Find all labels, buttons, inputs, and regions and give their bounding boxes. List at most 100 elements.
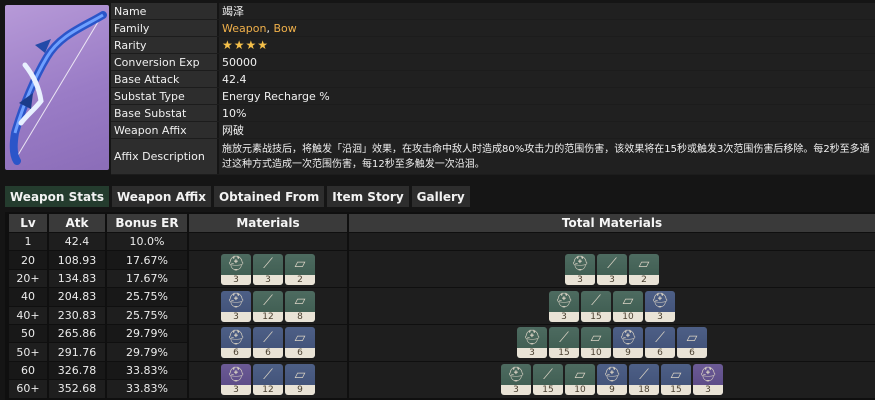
weapon-info-table: Name 竭泽 Family Weapon , Bow Rarity ★★★★ …: [111, 3, 875, 175]
material-item[interactable]: ▱ 9: [285, 364, 315, 396]
table-cell-lv: 50+: [9, 343, 47, 361]
material-item[interactable]: ▱ 15: [661, 364, 691, 396]
info-key: Substat Type: [111, 88, 217, 104]
material-count: 9: [597, 385, 627, 396]
scroll-icon: ▱: [294, 293, 306, 310]
material-count: 10: [565, 385, 595, 396]
material-item[interactable]: ⛑ 3: [565, 253, 595, 285]
helmet-icon: ⛑: [523, 329, 541, 346]
info-value: 网破: [219, 122, 875, 138]
material-item[interactable]: ⛑ 9: [613, 327, 643, 359]
column-header: Total Materials: [349, 214, 875, 232]
table-cell-atk: 134.83: [49, 269, 105, 288]
material-item[interactable]: ⛑ 3: [501, 364, 531, 396]
material-item[interactable]: ▱ 2: [629, 253, 659, 285]
scroll-icon: ▱: [622, 293, 634, 310]
material-count: 10: [581, 348, 611, 359]
table-cell-atk: 204.83: [49, 288, 105, 306]
scroll-icon: ▱: [294, 329, 306, 346]
material-item[interactable]: ⟋ 3: [253, 253, 283, 285]
material-item[interactable]: ⛑ 3: [221, 253, 251, 285]
family-link-bow[interactable]: Bow: [273, 22, 296, 35]
material-item[interactable]: ⛑ 6: [221, 327, 251, 359]
tusk-icon: ⟋: [263, 329, 273, 346]
materials-cell: ⛑ 3 ⟋ 12 ▱ 8: [189, 288, 347, 324]
helmet-icon: ⛑: [619, 329, 637, 346]
material-item[interactable]: ⛑ 3: [549, 290, 579, 322]
tab-item-story[interactable]: Item Story: [327, 186, 409, 207]
material-count: 6: [645, 348, 675, 359]
family-link-weapon[interactable]: Weapon: [222, 22, 266, 35]
material-count: 3: [597, 274, 627, 285]
helmet-icon: ⛑: [227, 329, 245, 346]
weapon-stats-table: Lv Atk Bonus ER Materials Total Materials 1 42…: [5, 212, 875, 400]
table-cell-atk: 42.4: [49, 233, 105, 251]
helmet-icon: ⛑: [699, 366, 717, 383]
weapon-header: Name 竭泽 Family Weapon , Bow Rarity ★★★★ …: [0, 0, 875, 175]
material-item[interactable]: ▱ 10: [581, 327, 611, 359]
table-cell-er: 10.0%: [107, 233, 187, 251]
info-value: ★★★★: [219, 37, 875, 53]
table-cell-er: 17.67%: [107, 251, 187, 269]
tusk-icon: ⟋: [543, 366, 553, 383]
material-count: 3: [221, 385, 251, 396]
info-key: Family: [111, 20, 217, 36]
helmet-icon: ⛑: [227, 256, 245, 273]
helmet-icon: ⛑: [227, 366, 245, 383]
column-header: Bonus ER: [107, 214, 187, 232]
material-item[interactable]: ⟋ 15: [549, 327, 579, 359]
material-item[interactable]: ⟋ 15: [533, 364, 563, 396]
tusk-icon: ⟋: [607, 256, 617, 273]
material-item[interactable]: ⟋ 3: [597, 253, 627, 285]
material-item[interactable]: ▱ 6: [677, 327, 707, 359]
table-cell-lv: 60: [9, 361, 47, 380]
material-item[interactable]: ⟋ 15: [581, 290, 611, 322]
material-item[interactable]: ▱ 10: [565, 364, 595, 396]
info-key: Base Attack: [111, 71, 217, 87]
scroll-icon: ▱: [574, 366, 586, 383]
table-cell-atk: 291.76: [49, 343, 105, 361]
material-item[interactable]: ⛑ 3: [221, 290, 251, 322]
material-item[interactable]: ⟋ 6: [645, 327, 675, 359]
tusk-icon: ⟋: [263, 293, 273, 310]
tab-weapon-affix[interactable]: Weapon Affix: [111, 186, 211, 207]
material-count: 12: [253, 311, 283, 322]
tab-obtained-from[interactable]: Obtained From: [213, 186, 325, 207]
scroll-icon: ▱: [638, 256, 650, 273]
info-row-base-attack: Base Attack 42.4: [111, 71, 875, 88]
table-cell-lv: 20+: [9, 269, 47, 288]
info-row-substat-type: Substat Type Energy Recharge %: [111, 88, 875, 105]
material-item[interactable]: ▱ 6: [285, 327, 315, 359]
info-key: Rarity: [111, 37, 217, 53]
tab-bar: Weapon Stats Weapon Affix Obtained From …: [5, 186, 470, 207]
material-item[interactable]: ▱ 2: [285, 253, 315, 285]
info-row-family: Family Weapon , Bow: [111, 20, 875, 37]
material-count: 3: [221, 311, 251, 322]
material-item[interactable]: ⟋ 6: [253, 327, 283, 359]
material-item[interactable]: ⛑ 3: [693, 364, 723, 396]
table-cell-er: 25.75%: [107, 288, 187, 306]
material-count: 3: [693, 385, 723, 396]
total-materials-cell: ⛑ 3 ⟋ 15 ▱ 10 ⛑ 3: [349, 288, 875, 324]
material-item[interactable]: ⟋ 12: [253, 364, 283, 396]
material-count: 6: [253, 348, 283, 359]
material-item[interactable]: ⟋ 18: [629, 364, 659, 396]
material-count: 3: [645, 311, 675, 322]
material-item[interactable]: ⟋ 12: [253, 290, 283, 322]
material-item[interactable]: ⛑ 9: [597, 364, 627, 396]
material-item[interactable]: ▱ 10: [613, 290, 643, 322]
material-count: 9: [285, 385, 315, 396]
material-item[interactable]: ⛑ 3: [221, 364, 251, 396]
family-separator: ,: [266, 21, 274, 35]
tab-weapon-stats[interactable]: Weapon Stats: [5, 186, 109, 207]
material-item[interactable]: ⛑ 3: [645, 290, 675, 322]
helmet-icon: ⛑: [507, 366, 525, 383]
helmet-icon: ⛑: [571, 256, 589, 273]
tab-gallery[interactable]: Gallery: [411, 186, 470, 207]
info-value: 10%: [219, 105, 875, 121]
material-item[interactable]: ⛑ 3: [517, 327, 547, 359]
helmet-icon: ⛑: [555, 293, 573, 310]
material-item[interactable]: ▱ 8: [285, 290, 315, 322]
helmet-icon: ⛑: [603, 366, 621, 383]
info-value: 42.4: [219, 71, 875, 87]
